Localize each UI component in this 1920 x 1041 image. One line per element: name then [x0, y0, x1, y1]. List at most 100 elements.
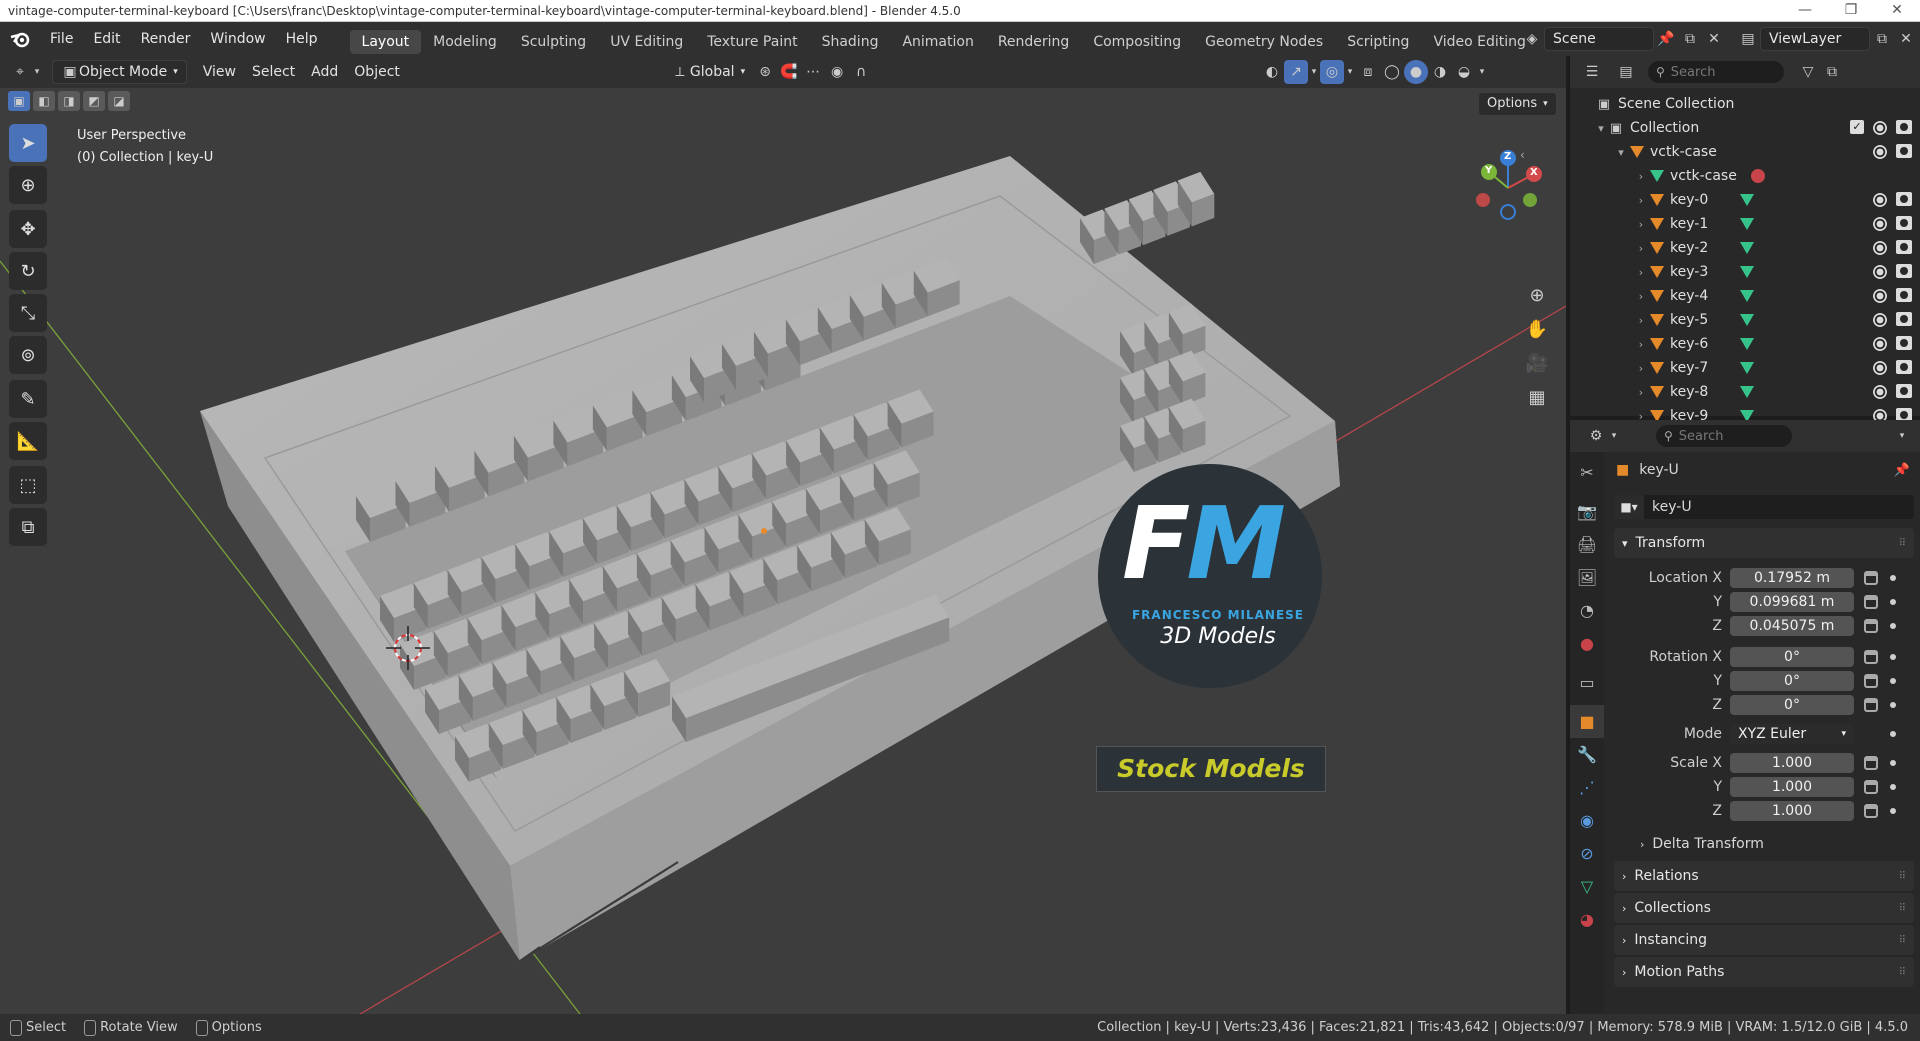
menu-render[interactable]: Render	[131, 22, 201, 56]
options-dropdown[interactable]: Options ▾	[1478, 92, 1557, 116]
collapse-arrow-icon[interactable]: ▾	[1614, 146, 1628, 159]
workspace-tab-geometry-nodes[interactable]: Geometry Nodes	[1193, 30, 1335, 54]
expand-arrow-icon[interactable]: ›	[1634, 362, 1648, 375]
collection-tab-icon[interactable]: ▭	[1570, 666, 1604, 699]
camera-icon[interactable]	[1896, 384, 1912, 398]
editor-type-button[interactable]: ⌖ ▾	[8, 60, 42, 84]
select-subtract-icon[interactable]: ◨	[58, 91, 80, 111]
scale-z-field[interactable]: 1.000	[1730, 801, 1854, 821]
scale-tool-icon[interactable]: ⤡	[9, 294, 47, 332]
expand-arrow-icon[interactable]: ›	[1634, 194, 1648, 207]
keyframe-dot-icon[interactable]	[1890, 654, 1896, 660]
drag-handle-icon[interactable]: ⠿	[1899, 903, 1906, 914]
menu-file[interactable]: File	[40, 22, 83, 56]
object-tab-icon[interactable]: ■	[1570, 705, 1604, 738]
cursor-tool-icon[interactable]: ⊕	[9, 166, 47, 204]
keyframe-dot-icon[interactable]	[1890, 784, 1896, 790]
eye-icon[interactable]	[1872, 192, 1888, 208]
menu-edit[interactable]: Edit	[83, 22, 130, 56]
location-y-field[interactable]: 0.099681 m	[1730, 592, 1854, 612]
keyframe-dot-icon[interactable]	[1890, 678, 1896, 684]
properties-editor-icon[interactable]: ⚙	[1584, 424, 1608, 448]
snap-icon[interactable]: 🧲	[777, 60, 801, 84]
workspace-tab-texture-paint[interactable]: Texture Paint	[695, 30, 809, 54]
lock-icon[interactable]	[1864, 804, 1878, 818]
scale-y-field[interactable]: 1.000	[1730, 777, 1854, 797]
keyframe-dot-icon[interactable]	[1890, 731, 1896, 737]
outliner-parent-object[interactable]: ▾ vctk-case	[1570, 140, 1920, 164]
delta-transform-subpanel[interactable]: › Delta Transform	[1614, 829, 1914, 859]
lock-icon[interactable]	[1864, 756, 1878, 770]
display-mode-icon[interactable]: ▤	[1614, 60, 1638, 84]
proportional-edit-icon[interactable]: ◉	[825, 60, 849, 84]
rotation-z-field[interactable]: 0°	[1730, 695, 1854, 715]
extrude-tool-icon[interactable]: ⧉	[9, 508, 47, 546]
camera-icon[interactable]	[1896, 264, 1912, 278]
location-z-field[interactable]: 0.045075 m	[1730, 616, 1854, 636]
blender-logo-icon[interactable]	[0, 22, 40, 56]
gizmo-dropdown-icon[interactable]: ▾	[1308, 60, 1320, 84]
eye-icon[interactable]	[1872, 144, 1888, 160]
rotation-mode-dropdown[interactable]: XYZ Euler ▾	[1730, 724, 1854, 744]
3d-viewport[interactable]: ⌖ ▾ ▣ Object Mode ▾ View Select Add Objec…	[0, 56, 1566, 1014]
snap-target-icon[interactable]: ⋯	[801, 60, 825, 84]
pan-hand-icon[interactable]: ✋	[1522, 314, 1552, 344]
rotation-x-field[interactable]: 0°	[1730, 647, 1854, 667]
gizmo-toggle-icon[interactable]: ↗	[1284, 60, 1308, 84]
drag-handle-icon[interactable]: ⠿	[1899, 871, 1906, 882]
lock-icon[interactable]	[1864, 571, 1878, 585]
menu-add[interactable]: Add	[303, 60, 346, 84]
transform-panel-header[interactable]: ▾ Transform ⠿	[1614, 528, 1914, 558]
overlay-dropdown-icon[interactable]: ▾	[1344, 60, 1356, 84]
lock-icon[interactable]	[1864, 595, 1878, 609]
overlay-toggle-icon[interactable]: ◎	[1320, 60, 1344, 84]
add-cube-tool-icon[interactable]: ⬚	[9, 466, 47, 504]
camera-icon[interactable]	[1896, 240, 1912, 254]
tool-tab-icon[interactable]: ✂	[1570, 456, 1604, 489]
keyframe-dot-icon[interactable]	[1890, 808, 1896, 814]
camera-icon[interactable]	[1896, 336, 1912, 350]
workspace-tab-rendering[interactable]: Rendering	[986, 30, 1082, 54]
rotate-tool-icon[interactable]: ↻	[9, 252, 47, 290]
outliner-item-key-0[interactable]: › key-0	[1570, 188, 1920, 212]
outliner-collection[interactable]: ▾ ▣ Collection ✓	[1570, 116, 1920, 140]
scene-selector[interactable]: ◈ Scene 📌 ⧉ ✕	[1520, 27, 1726, 51]
expand-arrow-icon[interactable]: ›	[1634, 218, 1648, 231]
data-tab-icon[interactable]: ▽	[1570, 870, 1604, 903]
eye-icon[interactable]	[1872, 216, 1888, 232]
rotation-y-field[interactable]: 0°	[1730, 671, 1854, 691]
datablock-browse-icon[interactable]: ■▾	[1614, 495, 1644, 519]
keyframe-dot-icon[interactable]	[1890, 575, 1896, 581]
workspace-tab-scripting[interactable]: Scripting	[1335, 30, 1421, 54]
keyframe-dot-icon[interactable]	[1890, 702, 1896, 708]
keyframe-dot-icon[interactable]	[1890, 623, 1896, 629]
new-collection-icon[interactable]: ⧉	[1820, 60, 1844, 84]
subpanel-motion-paths[interactable]: › Motion Paths ⠿	[1614, 957, 1914, 987]
mode-dropdown[interactable]: ▣ Object Mode ▾	[52, 60, 187, 84]
eye-icon[interactable]	[1872, 240, 1888, 256]
expand-arrow-icon[interactable]: ›	[1634, 242, 1648, 255]
camera-icon[interactable]	[1896, 192, 1912, 206]
scene-tab-icon[interactable]: ◔	[1570, 594, 1604, 627]
zoom-icon[interactable]: ⊕	[1522, 280, 1552, 310]
expand-arrow-icon[interactable]: ›	[1634, 266, 1648, 279]
lock-icon[interactable]	[1864, 674, 1878, 688]
pivot-icon[interactable]: ⊛	[753, 60, 777, 84]
maximize-button[interactable]: ❐	[1828, 0, 1874, 22]
exclude-checkbox[interactable]: ✓	[1850, 120, 1864, 134]
outliner-item-key-6[interactable]: › key-6	[1570, 332, 1920, 356]
menu-select[interactable]: Select	[244, 60, 303, 84]
remove-view-layer-icon[interactable]: ✕	[1894, 27, 1918, 51]
camera-icon[interactable]	[1896, 144, 1912, 158]
drag-handle-icon[interactable]: ⠿	[1899, 538, 1906, 549]
outliner-item-key-8[interactable]: › key-8	[1570, 380, 1920, 404]
menu-object[interactable]: Object	[346, 60, 408, 84]
new-scene-icon[interactable]: ⧉	[1678, 27, 1702, 51]
workspace-tab-layout[interactable]: Layout	[349, 29, 422, 54]
measure-tool-icon[interactable]: 📐	[9, 422, 47, 460]
select-new-icon[interactable]: ▣	[8, 91, 30, 111]
lock-icon[interactable]	[1864, 619, 1878, 633]
pin-icon[interactable]: 📌	[1654, 27, 1678, 51]
camera-icon[interactable]	[1896, 120, 1912, 134]
subpanel-relations[interactable]: › Relations ⠿	[1614, 861, 1914, 891]
